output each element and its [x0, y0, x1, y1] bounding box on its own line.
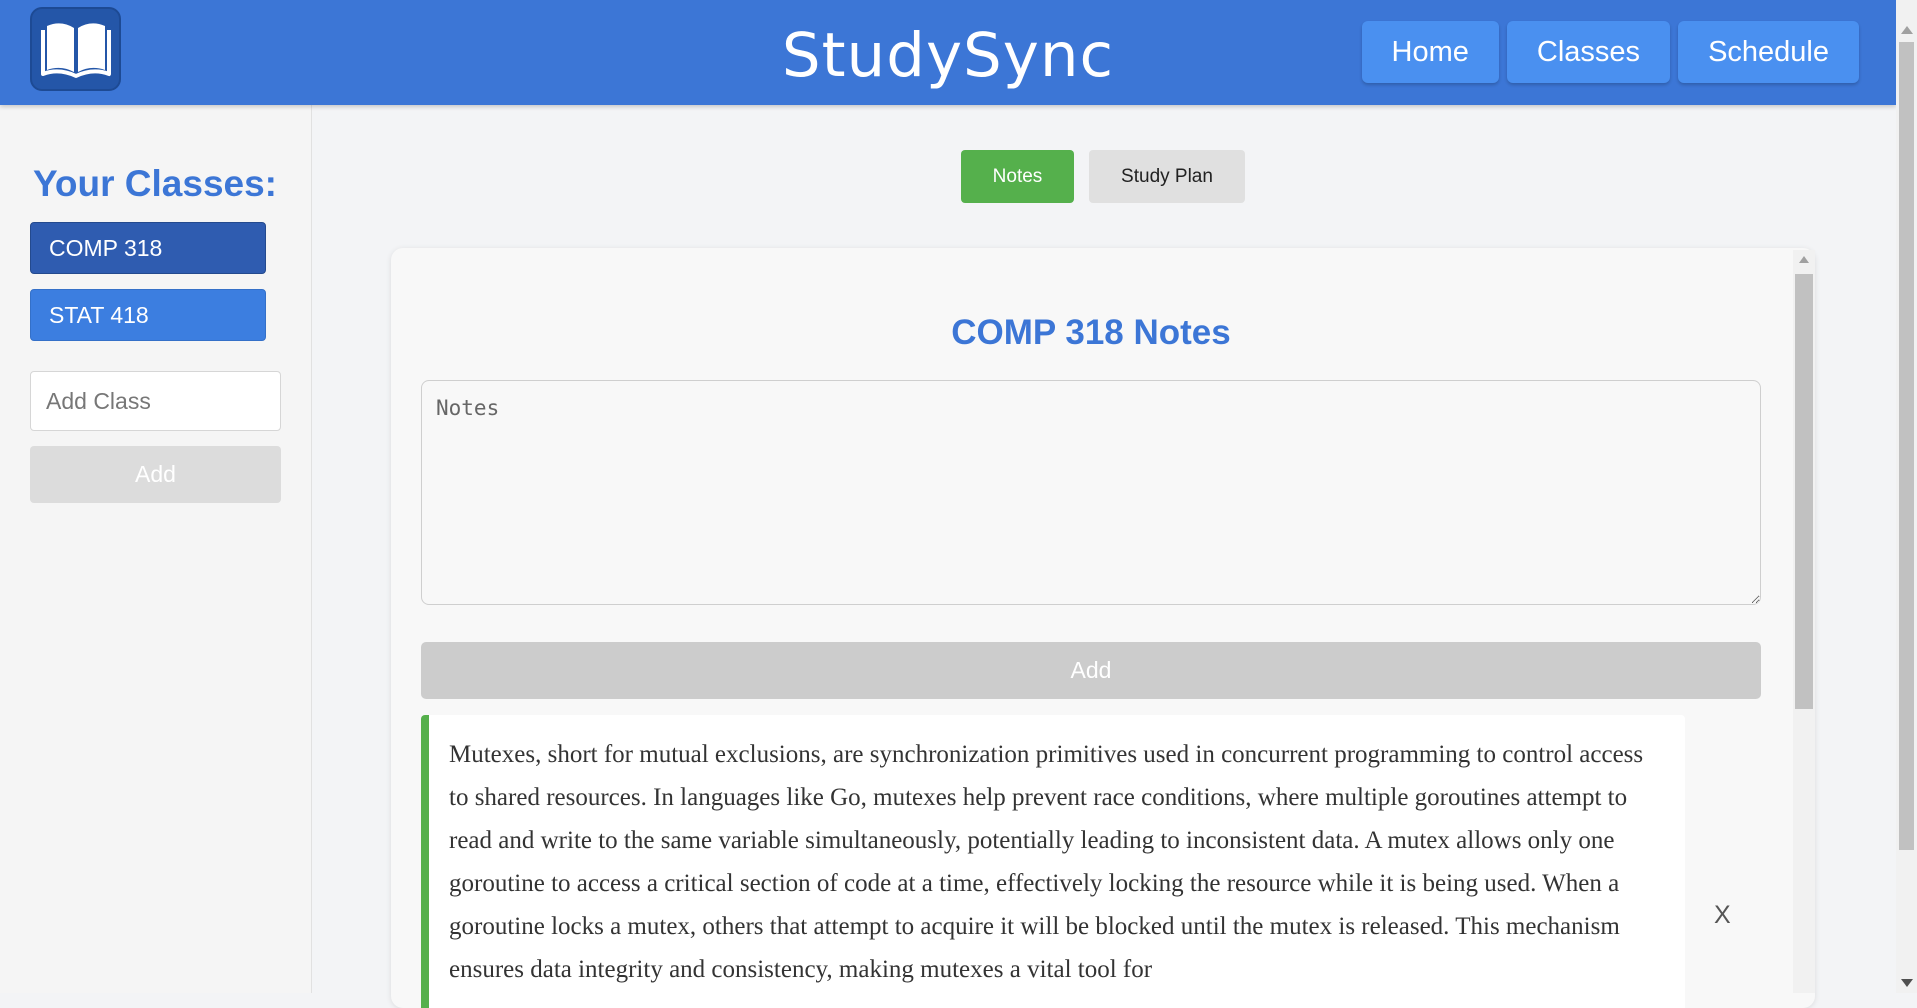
notes-panel-title: COMP 318 Notes — [951, 313, 1231, 352]
notes-panel: COMP 318 Notes Add Mutexes, short for mu… — [391, 248, 1815, 1008]
class-item-stat-418[interactable]: STAT 418 — [30, 289, 266, 341]
scroll-down-arrow-icon[interactable] — [1901, 979, 1913, 987]
note-text: Mutexes, short for mutual exclusions, ar… — [449, 741, 1644, 983]
scroll-up-arrow-icon[interactable] — [1901, 26, 1913, 34]
page-scrollbar[interactable] — [1896, 0, 1917, 993]
nav-home-button[interactable]: Home — [1361, 21, 1499, 83]
sidebar: Your Classes: COMP 318 STAT 418 Add — [0, 105, 312, 993]
nav-classes-button[interactable]: Classes — [1506, 21, 1671, 83]
sidebar-title: Your Classes: — [32, 163, 278, 204]
tab-notes[interactable]: Notes — [961, 150, 1074, 203]
tab-study-plan[interactable]: Study Plan — [1089, 150, 1245, 203]
main-nav: Home Classes Schedule — [1361, 21, 1859, 83]
class-item-comp-318[interactable]: COMP 318 — [30, 222, 266, 274]
nav-schedule-button[interactable]: Schedule — [1678, 21, 1859, 83]
open-book-icon[interactable] — [30, 7, 121, 91]
panel-scrollbar-thumb[interactable] — [1795, 274, 1813, 709]
scroll-up-arrow-icon[interactable] — [1799, 256, 1809, 263]
panel-scrollbar[interactable] — [1793, 250, 1815, 993]
page-scrollbar-thumb[interactable] — [1899, 42, 1914, 850]
add-class-button[interactable]: Add — [30, 446, 281, 503]
note-card: Mutexes, short for mutual exclusions, ar… — [421, 715, 1685, 1008]
notes-textarea[interactable] — [421, 380, 1761, 605]
delete-note-button[interactable]: X — [1714, 901, 1731, 930]
add-note-button[interactable]: Add — [421, 642, 1761, 699]
add-class-input[interactable] — [30, 371, 281, 431]
top-bar: StudySync Home Classes Schedule — [0, 0, 1896, 105]
